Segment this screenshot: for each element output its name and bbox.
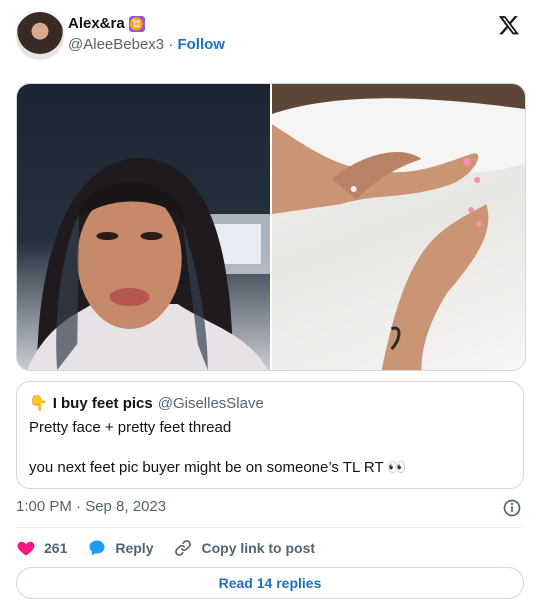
like-count: 261 (44, 540, 68, 556)
quoted-tweet-header: 👇 I buy feet pics @GisellesSlave (29, 394, 511, 413)
tweet-header: Alex&ra ♊ @AleeBebex3 · Follow (16, 12, 524, 60)
author-name-line: Alex&ra ♊ (68, 15, 145, 32)
x-logo-icon[interactable] (498, 14, 520, 36)
feet-illustration (272, 84, 525, 370)
selfie-illustration (27, 158, 270, 370)
selfie-photo[interactable] (17, 84, 270, 370)
tweet-timestamp[interactable]: 1:00 PM · Sep 8, 2023 (16, 498, 166, 515)
quoted-author-handle: @GisellesSlave (157, 394, 264, 412)
quoted-author-name: I buy feet pics (52, 394, 153, 412)
copy-link-button[interactable]: Copy link to post (173, 538, 315, 558)
read-replies-button[interactable]: Read 14 replies (16, 567, 524, 599)
author-handle[interactable]: @AleeBebex3 (68, 36, 164, 53)
info-icon[interactable] (502, 498, 522, 518)
quoted-tweet[interactable]: 👇 I buy feet pics @GisellesSlave Pretty … (16, 381, 524, 489)
reply-label: Reply (115, 540, 154, 556)
media-grid[interactable] (16, 83, 526, 371)
link-icon (175, 540, 192, 556)
speech-bubble-icon (89, 540, 105, 556)
reply-button[interactable]: Reply (87, 538, 153, 558)
copy-link-label: Copy link to post (201, 540, 316, 556)
follow-link[interactable]: Follow (177, 36, 225, 53)
heart-icon (17, 541, 35, 556)
gemini-icon: ♊ (128, 15, 145, 32)
author-name[interactable]: Alex&ra (68, 15, 125, 32)
handle-separator: · (168, 36, 174, 53)
avatar[interactable] (16, 12, 64, 60)
feet-photo[interactable] (272, 84, 525, 370)
author-handle-line: @AleeBebex3 · Follow (68, 36, 225, 53)
action-bar: 261 Reply Copy link to post (16, 536, 335, 560)
divider (16, 527, 524, 528)
like-button[interactable]: 261 (16, 538, 67, 558)
pointing-down-emoji-icon: 👇 (29, 395, 48, 412)
tweet-embed: Alex&ra ♊ @AleeBebex3 · Follow 👇 I buy f… (0, 0, 540, 615)
quoted-tweet-text: Pretty face + pretty feet thread you nex… (29, 419, 407, 476)
